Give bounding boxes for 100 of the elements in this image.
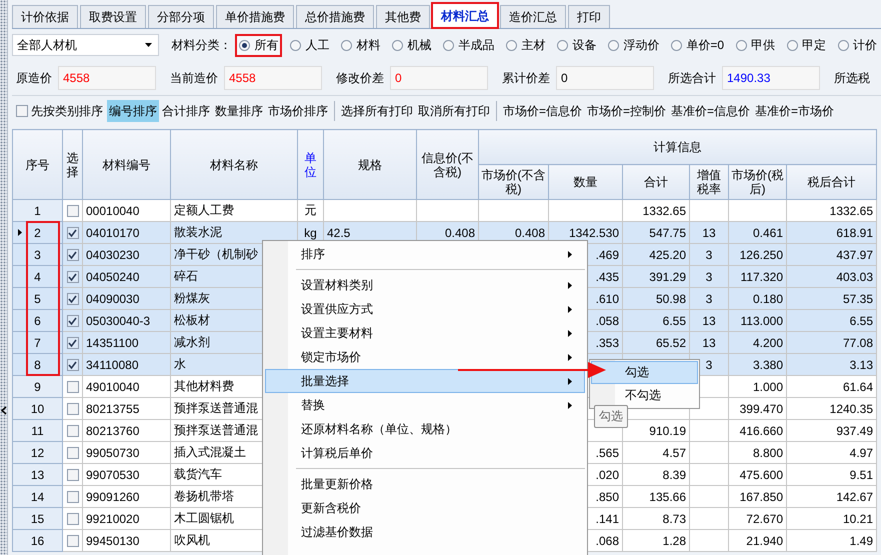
row-checkbox[interactable]: [66, 227, 78, 240]
sort-by-category-checkbox[interactable]: 先按类别排序: [12, 102, 106, 120]
row-checkbox[interactable]: [66, 425, 78, 438]
table-cell: 04050240: [86, 270, 140, 284]
column-header[interactable]: 材料名称: [170, 130, 298, 200]
price-assign-button[interactable]: 基准价=信息价: [669, 100, 752, 122]
table-cell: 547.75: [649, 226, 686, 240]
row-checkbox[interactable]: [66, 359, 78, 372]
price-field[interactable]: 4558: [58, 66, 156, 90]
column-header[interactable]: 规格: [324, 130, 416, 200]
collapse-icon[interactable]: [1, 406, 7, 415]
tab[interactable]: 其他费: [376, 5, 430, 28]
category-radio[interactable]: 机械: [388, 34, 436, 56]
category-radio[interactable]: 甲供: [732, 34, 779, 56]
sort-button[interactable]: 市场价排序: [266, 100, 330, 122]
column-header[interactable]: 数量: [548, 164, 622, 200]
tab[interactable]: 取费设置: [80, 5, 146, 28]
material-dropdown[interactable]: 全部人材机: [12, 34, 160, 56]
menu-item[interactable]: 替换: [265, 393, 585, 417]
sort-button[interactable]: 合计排序: [160, 100, 212, 122]
column-header[interactable]: 增值税率: [690, 164, 728, 200]
row-checkbox[interactable]: [66, 469, 78, 482]
column-header[interactable]: 选择: [62, 130, 82, 200]
table-cell: 99091260: [86, 490, 140, 504]
row-checkbox[interactable]: [66, 535, 78, 548]
column-header[interactable]: 材料编号: [82, 130, 170, 200]
price-assign-button[interactable]: 基准价=市场价: [753, 100, 836, 122]
column-header[interactable]: 信息价(不含税): [416, 130, 478, 200]
row-checkbox[interactable]: [66, 293, 78, 306]
row-checkbox[interactable]: [66, 491, 78, 504]
menu-item[interactable]: 过滤基价数据: [265, 520, 585, 544]
menu-item[interactable]: 设置供应方式: [265, 297, 585, 321]
menu-item[interactable]: 不勾选: [591, 384, 698, 407]
table-cell: 4: [34, 270, 41, 284]
menu-item[interactable]: 计算税后单价: [265, 441, 585, 465]
menu-item[interactable]: 批量选择: [265, 369, 585, 393]
column-header[interactable]: 序号: [12, 130, 62, 200]
table-cell: 1.49: [850, 534, 874, 548]
table-cell: 475.600: [740, 468, 783, 482]
tab[interactable]: 计价依据: [12, 5, 78, 28]
column-header[interactable]: 合计: [622, 164, 690, 200]
table-cell: 99070530: [86, 468, 140, 482]
row-checkbox[interactable]: [66, 205, 78, 218]
table-cell: 其他材料费: [174, 379, 234, 393]
row-checkbox[interactable]: [66, 447, 78, 460]
table-cell: 04090030: [86, 292, 140, 306]
menu-item[interactable]: 勾选: [591, 361, 698, 384]
menu-item[interactable]: 更新含税价: [265, 496, 585, 520]
category-radio[interactable]: 半成品: [439, 34, 498, 56]
row-checkbox[interactable]: [66, 315, 78, 328]
table-cell: 卷扬机带塔: [174, 489, 234, 503]
row-checkbox[interactable]: [66, 381, 78, 394]
tab[interactable]: 造价汇总: [500, 5, 566, 28]
price-assign-button[interactable]: 市场价=控制价: [585, 100, 668, 122]
splitter-handle[interactable]: [0, 0, 8, 555]
print-select-button[interactable]: 选择所有打印: [339, 100, 415, 122]
table-cell: .020: [596, 468, 619, 482]
price-field[interactable]: 0: [390, 66, 488, 90]
tab[interactable]: 总价措施费: [296, 5, 374, 28]
table-cell: 16: [30, 534, 44, 548]
row-checkbox[interactable]: [66, 271, 78, 284]
price-field[interactable]: 4558: [224, 66, 322, 90]
tab[interactable]: 材料汇总: [432, 3, 498, 28]
category-radio[interactable]: 主材: [502, 34, 550, 56]
menu-item[interactable]: 锁定市场价: [265, 345, 585, 369]
row-checkbox[interactable]: [66, 337, 78, 350]
category-radio[interactable]: 计价: [834, 34, 881, 56]
category-radio[interactable]: 甲定: [783, 34, 830, 56]
tab[interactable]: 分部分项: [148, 5, 214, 28]
print-select-button[interactable]: 取消所有打印: [416, 100, 492, 122]
table-cell: 8: [34, 358, 41, 372]
price-field[interactable]: 1490.33: [722, 66, 820, 90]
category-radio[interactable]: 所有: [235, 34, 282, 56]
table-cell: 8.800: [752, 446, 783, 460]
row-checkbox[interactable]: [66, 249, 78, 262]
column-header[interactable]: 市场价(不含税): [478, 164, 548, 200]
tab[interactable]: 打印: [568, 5, 610, 28]
table-cell: 72.670: [746, 512, 783, 526]
table-cell: 77.08: [843, 336, 874, 350]
tab[interactable]: 单价措施费: [216, 5, 294, 28]
menu-item[interactable]: 设置主要材料: [265, 321, 585, 345]
menu-item[interactable]: 批量更新价格: [265, 472, 585, 496]
row-checkbox[interactable]: [66, 513, 78, 526]
menu-item[interactable]: 排序: [265, 242, 585, 266]
table-cell: .469: [596, 248, 619, 262]
price-assign-button[interactable]: 市场价=信息价: [501, 100, 584, 122]
sort-button[interactable]: 编号排序: [107, 100, 159, 122]
column-header[interactable]: 单位: [298, 130, 324, 200]
menu-item[interactable]: 设置材料类别: [265, 273, 585, 297]
category-radio[interactable]: 人工: [286, 34, 334, 56]
category-radio[interactable]: 材料: [337, 34, 384, 56]
row-checkbox[interactable]: [66, 403, 78, 416]
category-radio[interactable]: 设备: [553, 34, 600, 56]
price-field[interactable]: 0: [556, 66, 654, 90]
menu-item[interactable]: 还原材料名称（单位、规格）: [265, 417, 585, 441]
sort-button[interactable]: 数量排序: [213, 100, 265, 122]
column-header[interactable]: 税后合计: [786, 164, 877, 200]
category-radio[interactable]: 单价=0: [667, 34, 728, 56]
category-radio[interactable]: 浮动价: [604, 34, 664, 56]
column-header[interactable]: 市场价(税后): [728, 164, 786, 200]
